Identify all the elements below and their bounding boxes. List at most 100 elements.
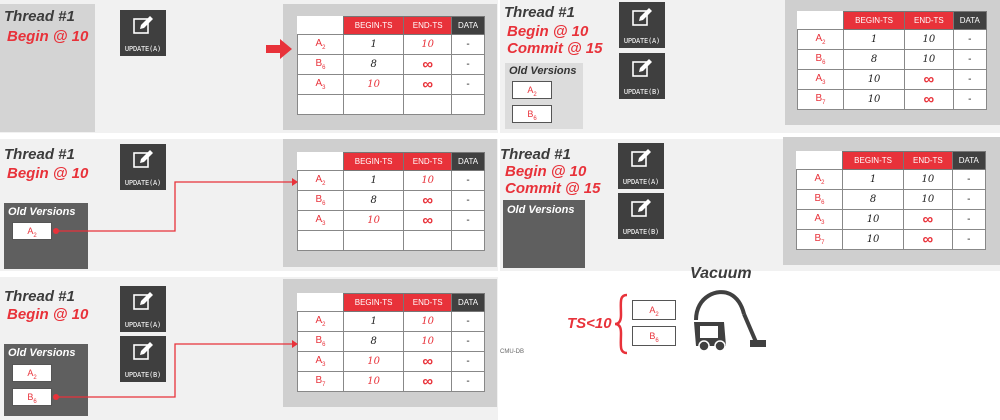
table-row: A3 10 ∞ - (297, 210, 485, 231)
end-ts-cell: ∞ (403, 351, 453, 372)
vacuum-cleaner-icon (694, 290, 766, 352)
thread-title: Thread #1 (500, 146, 571, 163)
begin-ts-cell: 10 (342, 371, 405, 392)
end-ts-cell: ∞ (904, 89, 954, 110)
table-row: B6 8 ∞ - (297, 54, 485, 75)
update-a-button[interactable]: UPDATE(A) (619, 2, 665, 48)
version-table: BEGIN-TS END-TS DATA A2 1 10 - B6 8 10 -… (796, 151, 987, 250)
begin-ts-cell (342, 230, 405, 251)
begin-ts-cell (342, 94, 405, 115)
update-a-button[interactable]: UPDATE(A) (120, 144, 166, 190)
data-cell: - (451, 190, 485, 211)
begin-ts-cell: 8 (342, 54, 405, 75)
header-data: DATA (952, 11, 988, 30)
end-ts-cell: 10 (403, 331, 453, 352)
edit-icon (132, 341, 154, 363)
begin-ts-cell: 10 (841, 229, 905, 250)
old-version-chip: A2 (12, 364, 52, 382)
old-version-chip: A2 (512, 81, 552, 99)
row-key: B6 (297, 331, 344, 352)
update-a-label: UPDATE(A) (124, 45, 162, 53)
begin-ts-cell: 8 (842, 49, 906, 70)
table-row: A3 10 ∞ - (797, 69, 988, 90)
row-key: A3 (297, 74, 344, 95)
begin-ts-cell: 8 (841, 189, 905, 210)
table-row: A2 1 10 - (297, 34, 485, 55)
begin-ts-cell: 10 (342, 74, 405, 95)
row-key: A2 (797, 29, 844, 50)
end-ts-cell (403, 94, 453, 115)
edit-icon (132, 15, 154, 37)
table-row: B6 8 10 - (797, 49, 988, 70)
end-ts-cell: 10 (904, 49, 954, 70)
data-cell: - (451, 74, 485, 95)
thread-title: Thread #1 (504, 4, 575, 21)
version-table: BEGIN-TS END-TS DATA A2 1 10 - B6 8 10 -… (797, 11, 988, 110)
table-row: A2 1 10 - (297, 311, 485, 332)
table-row (297, 230, 485, 251)
begin-ts-cell: 10 (342, 351, 405, 372)
begin-ts-cell: 1 (841, 169, 905, 190)
header-data: DATA (451, 16, 485, 35)
row-key (297, 94, 344, 115)
table-row: A2 1 10 - (796, 169, 987, 190)
row-key: B6 (796, 189, 843, 210)
row-key: B6 (297, 190, 344, 211)
end-ts-cell: 10 (904, 29, 954, 50)
data-cell (451, 230, 485, 251)
begin-ts-cell: 10 (342, 210, 405, 231)
row-key: A3 (297, 351, 344, 372)
update-b-button[interactable]: UPDATE(B) (618, 193, 664, 239)
begin-ts-cell: 1 (842, 29, 906, 50)
end-ts-cell: 10 (403, 170, 453, 191)
update-b-button[interactable]: UPDATE(B) (120, 336, 166, 382)
update-a-button[interactable]: UPDATE(A) (618, 143, 664, 189)
vacuum-chip: B6 (632, 326, 676, 346)
begin-timestamp: Begin @ 10 (7, 306, 89, 323)
update-a-label: UPDATE(A) (124, 179, 162, 187)
old-versions-title: Old Versions (509, 65, 577, 77)
data-cell: - (952, 29, 988, 50)
header-end-ts: END-TS (904, 11, 954, 30)
table-row: B6 8 ∞ - (297, 190, 485, 211)
end-ts-cell: ∞ (903, 209, 953, 230)
end-ts-cell: ∞ (403, 74, 453, 95)
row-key (297, 230, 344, 251)
end-ts-cell: ∞ (403, 210, 453, 231)
header-end-ts: END-TS (403, 293, 453, 312)
header-data: DATA (451, 152, 485, 171)
pointer-arrow-icon (266, 39, 292, 59)
update-a-label: UPDATE(A) (622, 178, 660, 186)
header-end-ts: END-TS (403, 152, 453, 171)
row-key: A2 (796, 169, 843, 190)
begin-timestamp: Begin @ 10 (7, 165, 89, 182)
begin-ts-cell: 1 (342, 34, 405, 55)
version-table: BEGIN-TS END-TS DATA A2 1 10 - B6 8 10 -… (297, 293, 485, 392)
data-cell: - (951, 209, 987, 230)
update-a-button[interactable]: UPDATE(A) (120, 10, 166, 56)
vacuum-title: Vacuum (690, 265, 752, 282)
data-cell: - (952, 49, 988, 70)
header-begin-ts: BEGIN-TS (342, 16, 405, 35)
ts-condition: TS<10 (567, 315, 612, 332)
end-ts-cell: 10 (403, 311, 453, 332)
table-row: B7 10 ∞ - (797, 89, 988, 110)
header-data: DATA (451, 293, 485, 312)
commit-timestamp: Commit @ 15 (505, 180, 601, 197)
table-row: A3 10 ∞ - (796, 209, 987, 230)
update-a-button[interactable]: UPDATE(A) (120, 286, 166, 332)
end-ts-cell: ∞ (403, 54, 453, 75)
data-cell: - (451, 210, 485, 231)
thread-title: Thread #1 (4, 288, 75, 305)
version-table: BEGIN-TS END-TS DATA A2 1 10 - B6 8 ∞ - … (297, 16, 485, 115)
begin-ts-cell: 8 (342, 190, 405, 211)
vacuum-chip: A2 (632, 300, 676, 320)
data-cell: - (451, 331, 485, 352)
row-key: B7 (797, 89, 844, 110)
table-row: A3 10 ∞ - (297, 74, 485, 95)
header-end-ts: END-TS (403, 16, 453, 35)
update-b-button[interactable]: UPDATE(B) (619, 53, 665, 99)
old-version-chip: A2 (12, 222, 52, 240)
edit-icon (631, 7, 653, 29)
begin-timestamp: Begin @ 10 (505, 163, 587, 180)
